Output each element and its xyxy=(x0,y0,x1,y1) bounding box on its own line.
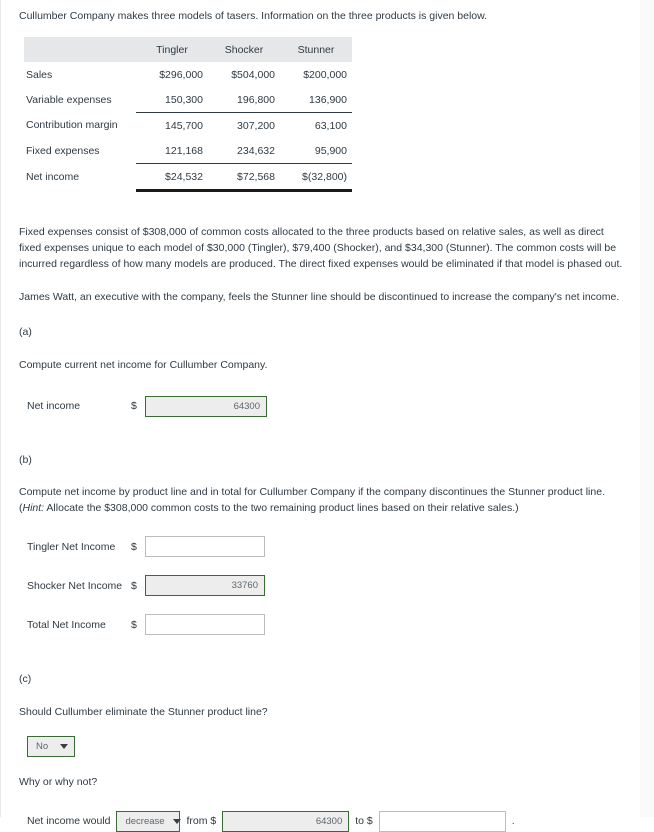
trailing-period: . xyxy=(511,815,515,828)
cell-fixed-expenses-shocker: 234,632 xyxy=(208,138,280,165)
section-c-prompt: Should Cullumber eliminate the Stunner p… xyxy=(19,706,268,719)
cell-net-income-shocker: $72,568 xyxy=(208,163,280,193)
james-watt-paragraph: James Watt, an executive with the compan… xyxy=(19,291,620,304)
total-net-income-row: Total Net Income $ xyxy=(27,614,624,636)
fixed-expenses-paragraph: Fixed expenses consist of $308,000 of co… xyxy=(19,226,623,270)
row-label-contribution-margin: Contribution margin xyxy=(26,119,118,132)
eliminate-select-wrapper: No xyxy=(27,736,624,758)
table-header: Tingler Shocker Stunner xyxy=(24,37,352,63)
right-gutter xyxy=(640,0,654,817)
section-b-prompt: Compute net income by product line and i… xyxy=(19,485,624,517)
cell-variable-expenses-shocker: 196,800 xyxy=(208,87,280,114)
cell-fixed-expenses-tingler: 121,168 xyxy=(136,138,208,165)
direction-select-value: decrease xyxy=(125,815,165,827)
row-label-net-income: Net income xyxy=(26,171,80,184)
table-header-row: Tingler Shocker Stunner xyxy=(24,37,352,63)
row-label-variable-expenses: Variable expenses xyxy=(26,93,112,106)
shocker-net-income-label: Shocker Net Income xyxy=(27,579,123,592)
to-label: to $ xyxy=(355,815,373,828)
column-header-blank xyxy=(24,37,136,63)
section-a-prompt: Compute current net income for Cullumber… xyxy=(19,359,268,372)
row-label-fixed-expenses: Fixed expenses xyxy=(26,144,100,157)
total-net-income-label: Total Net Income xyxy=(27,618,106,631)
section-b-prompt-hint: Hint: xyxy=(22,501,45,514)
cell-contribution-margin-stunner: 63,100 xyxy=(314,119,347,132)
intro-paragraph: Cullumber Company makes three models of … xyxy=(19,10,488,22)
why-or-why-not-label: Why or why not? xyxy=(19,776,98,789)
cell-contribution-margin-shocker: 307,200 xyxy=(237,119,275,132)
shocker-net-income-row: Shocker Net Income $ 33760 xyxy=(27,575,624,597)
dollar-sign: $ xyxy=(131,540,137,553)
to-amount-input[interactable] xyxy=(378,810,506,832)
cell-net-income-stunner: $(32,800) xyxy=(280,163,352,193)
financial-table: Tingler Shocker Stunner Sales $296,000 $… xyxy=(24,37,352,193)
section-b-prompt-part2: Allocate the $308,000 common costs to th… xyxy=(44,501,519,514)
dollar-sign: $ xyxy=(131,618,137,631)
section-a-net-income-row: Net income $ 64300 xyxy=(27,395,624,417)
section-a-letter: (a) xyxy=(19,326,32,339)
cell-variable-expenses-stunner: 136,900 xyxy=(280,87,352,114)
shocker-net-income-input[interactable]: 33760 xyxy=(145,575,265,597)
dollar-sign: $ xyxy=(131,579,137,592)
cell-fixed-expenses-stunner: 95,900 xyxy=(280,138,352,165)
cell-contribution-margin-tingler: 145,700 xyxy=(165,119,203,132)
column-header-stunner: Stunner xyxy=(280,37,352,63)
tingler-net-income-label: Tingler Net Income xyxy=(27,540,116,553)
chevron-down-icon xyxy=(172,818,181,824)
table-row: Variable expenses 150,300 196,800 136,90… xyxy=(24,87,352,114)
column-header-shocker: Shocker xyxy=(208,37,280,63)
table-row: Fixed expenses 121,168 234,632 95,900 xyxy=(24,138,352,165)
tingler-net-income-row: Tingler Net Income $ xyxy=(27,536,624,558)
dollar-sign: $ xyxy=(131,400,137,413)
cell-variable-expenses-tingler: 150,300 xyxy=(136,87,208,114)
page-canvas: Cullumber Company makes three models of … xyxy=(0,0,640,832)
section-b-letter: (b) xyxy=(19,453,32,466)
from-label: from $ xyxy=(186,815,217,828)
cell-sales-tingler: $296,000 xyxy=(159,68,203,81)
content-area: Cullumber Company makes three models of … xyxy=(1,0,640,832)
cell-sales-shocker: $504,000 xyxy=(231,68,275,81)
eliminate-select-value: No xyxy=(36,741,49,753)
total-net-income-input[interactable] xyxy=(145,614,265,636)
cell-sales-stunner: $200,000 xyxy=(303,68,347,81)
table-row: Net income $24,532 $72,568 $(32,800) xyxy=(24,163,352,193)
from-amount-input[interactable]: 64300 xyxy=(222,810,350,832)
eliminate-select[interactable]: No xyxy=(27,736,75,758)
net-income-change-row: Net income would decrease from $ 64300 t… xyxy=(27,810,624,832)
direction-select[interactable]: decrease xyxy=(116,810,181,832)
net-income-would-label: Net income would xyxy=(27,815,111,828)
cell-net-income-tingler: $24,532 xyxy=(136,163,208,193)
section-c-letter: (c) xyxy=(19,673,32,686)
row-label-sales: Sales xyxy=(26,68,53,81)
table-row: Contribution margin 145,700 307,200 63,1… xyxy=(24,113,352,139)
column-header-tingler: Tingler xyxy=(136,37,208,63)
net-income-input[interactable]: 64300 xyxy=(145,395,267,417)
table-row: Sales $296,000 $504,000 $200,000 xyxy=(24,62,352,87)
tingler-net-income-input[interactable] xyxy=(145,536,265,558)
chevron-down-icon xyxy=(60,744,68,750)
table-body: Sales $296,000 $504,000 $200,000 Variabl… xyxy=(24,62,352,193)
net-income-label: Net income xyxy=(27,400,81,413)
